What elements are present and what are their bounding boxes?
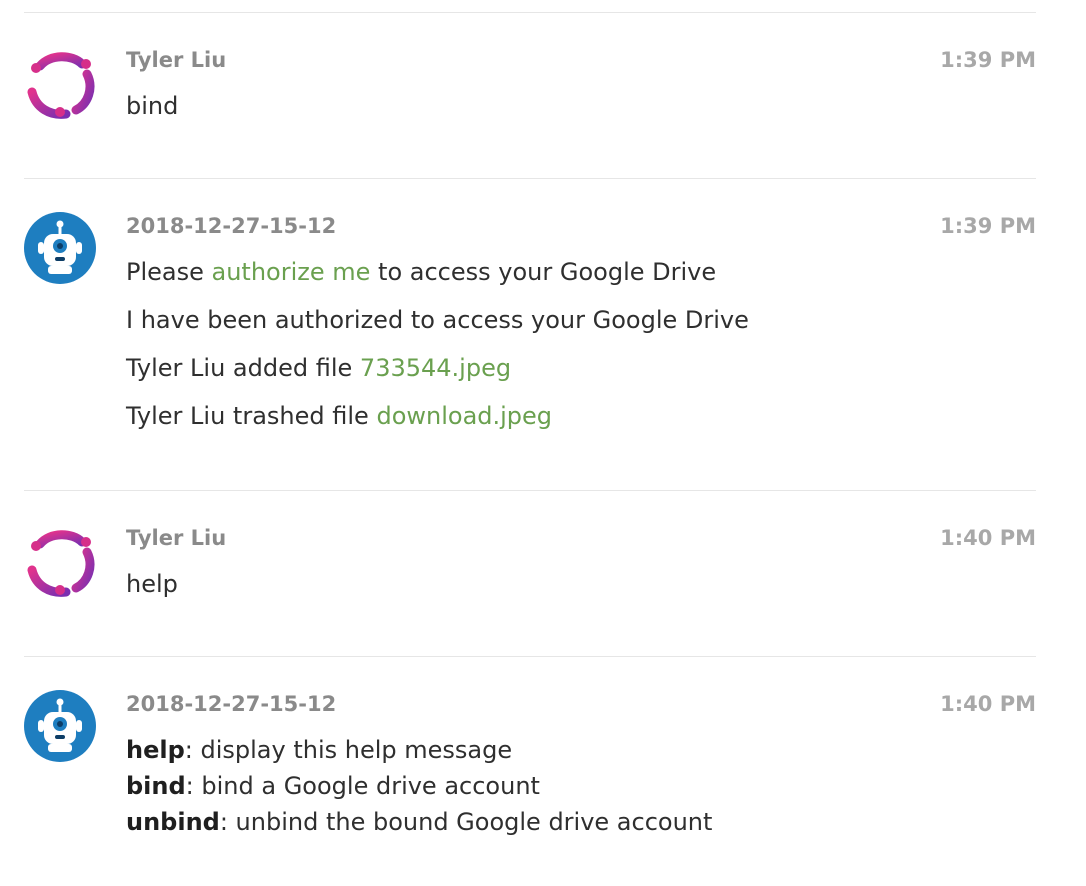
help-description: : bind a Google drive account (185, 772, 540, 800)
authorize-link[interactable]: authorize me (212, 258, 371, 286)
sender-name[interactable]: 2018-12-27-15-12 (126, 213, 336, 239)
divider-1 (24, 178, 1036, 179)
message-text-suffix: to access your Google Drive (370, 258, 717, 286)
divider-top (24, 12, 1036, 13)
message-text-prefix: Please (126, 258, 212, 286)
help-line: bind: bind a Google drive account (126, 771, 540, 801)
message-text: Please authorize me to access your Googl… (126, 257, 716, 287)
message-text: I have been authorized to access your Go… (126, 306, 749, 334)
sender-name[interactable]: 2018-12-27-15-12 (126, 691, 336, 717)
message-text: Tyler Liu added file 733544.jpeg (126, 353, 511, 383)
sender-name[interactable]: Tyler Liu (126, 525, 226, 551)
help-command: unbind (126, 808, 220, 836)
sender-name[interactable]: Tyler Liu (126, 47, 226, 73)
message-text-prefix: Tyler Liu trashed file (126, 402, 377, 430)
help-command: help (126, 736, 185, 764)
message-text: Tyler Liu trashed file download.jpeg (126, 401, 552, 431)
message-timestamp: 1:40 PM (940, 692, 1036, 716)
message-text: help (126, 570, 178, 598)
message-text: bind (126, 92, 179, 120)
user-avatar-icon[interactable] (24, 48, 96, 120)
divider-3 (24, 656, 1036, 657)
message-timestamp: 1:40 PM (940, 526, 1036, 550)
divider-2 (24, 490, 1036, 491)
help-command: bind (126, 772, 186, 800)
bot-avatar-icon[interactable] (24, 212, 96, 284)
message-timestamp: 1:39 PM (940, 214, 1036, 238)
message-timestamp: 1:39 PM (940, 48, 1036, 72)
help-line: unbind: unbind the bound Google drive ac… (126, 807, 712, 837)
file-link-download[interactable]: download.jpeg (376, 402, 552, 430)
user-avatar-icon[interactable] (24, 526, 96, 598)
bot-avatar-icon[interactable] (24, 690, 96, 762)
help-description: : unbind the bound Google drive account (219, 808, 713, 836)
file-link-733544[interactable]: 733544.jpeg (360, 354, 511, 382)
message-text-prefix: Tyler Liu added file (126, 354, 360, 382)
help-line: help: display this help message (126, 735, 512, 765)
help-description: : display this help message (184, 736, 513, 764)
